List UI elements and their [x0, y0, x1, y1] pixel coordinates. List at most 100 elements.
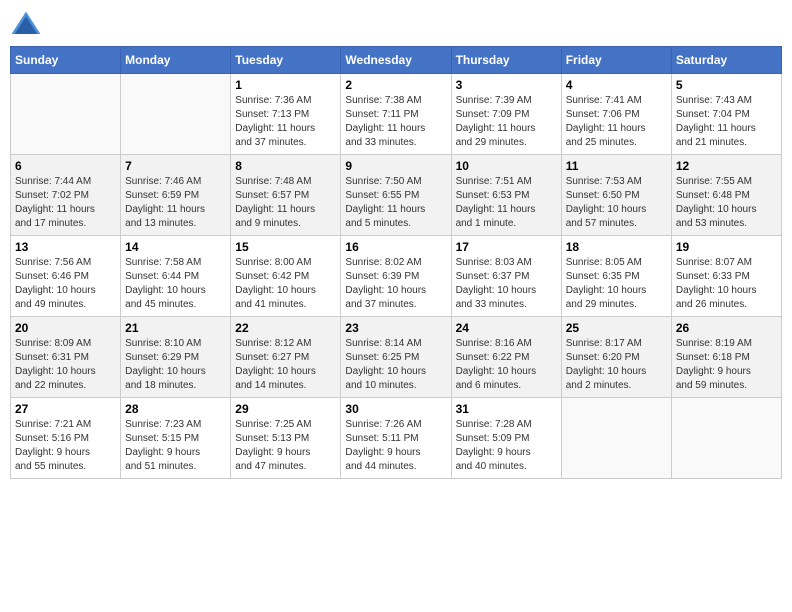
day-number: 24 [456, 321, 557, 335]
weekday-header-wednesday: Wednesday [341, 47, 451, 74]
calendar-cell: 19 Sunrise: 8:07 AM Sunset: 6:33 PM Dayli… [671, 236, 781, 317]
day-info: Sunrise: 7:39 AM Sunset: 7:09 PM Dayligh… [456, 94, 557, 150]
calendar-cell: 3Sunrise: 7:39 AM Sunset: 7:09 PM Daylig… [451, 74, 561, 155]
calendar-cell: 12 Sunrise: 7:55 AM Sunset: 6:48 PM Dayli… [671, 155, 781, 236]
day-number: 2 [345, 78, 446, 92]
day-info: Sunrise: 7:38 AM Sunset: 7:11 PM Dayligh… [345, 94, 446, 150]
calendar-table: SundayMondayTuesdayWednesdayThursdayFrid… [10, 46, 782, 479]
day-info: Sunrise: 7:36 AM Sunset: 7:13 PM Dayligh… [235, 94, 336, 150]
calendar-cell: 29Sunrise: 7:25 AM Sunset: 5:13 PM Dayli… [231, 398, 341, 479]
day-info: Sunrise: 8:03 AM Sunset: 6:37 PM Dayligh… [456, 256, 557, 312]
calendar-cell: 2 Sunrise: 7:38 AM Sunset: 7:11 PM Daylig… [341, 74, 451, 155]
calendar-cell [671, 398, 781, 479]
day-number: 19 [676, 240, 777, 254]
day-number: 16 [345, 240, 446, 254]
day-number: 27 [15, 402, 116, 416]
calendar-cell: 20 Sunrise: 8:09 AM Sunset: 6:31 PM Dayli… [11, 317, 121, 398]
weekday-header-thursday: Thursday [451, 47, 561, 74]
day-info: Sunrise: 7:48 AM Sunset: 6:57 PM Dayligh… [235, 175, 336, 231]
day-number: 15 [235, 240, 336, 254]
calendar-cell: 8 Sunrise: 7:48 AM Sunset: 6:57 PM Daylig… [231, 155, 341, 236]
calendar-cell: 7 Sunrise: 7:46 AM Sunset: 6:59 PM Daylig… [121, 155, 231, 236]
calendar-cell: 11 Sunrise: 7:53 AM Sunset: 6:50 PM Dayli… [561, 155, 671, 236]
day-info: Sunrise: 7:55 AM Sunset: 6:48 PM Dayligh… [676, 175, 777, 231]
calendar-cell: 6 Sunrise: 7:44 AM Sunset: 7:02 PM Daylig… [11, 155, 121, 236]
calendar-cell: 22 Sunrise: 8:12 AM Sunset: 6:27 PM Dayli… [231, 317, 341, 398]
logo [10, 10, 46, 38]
day-number: 8 [235, 159, 336, 173]
calendar-cell [121, 74, 231, 155]
calendar-cell: 27Sunrise: 7:21 AM Sunset: 5:16 PM Dayli… [11, 398, 121, 479]
day-info: Sunrise: 8:07 AM Sunset: 6:33 PM Dayligh… [676, 256, 777, 312]
day-info: Sunrise: 7:58 AM Sunset: 6:44 PM Dayligh… [125, 256, 226, 312]
day-info: Sunrise: 7:44 AM Sunset: 7:02 PM Dayligh… [15, 175, 116, 231]
calendar-cell: 4 Sunrise: 7:41 AM Sunset: 7:06 PM Daylig… [561, 74, 671, 155]
day-info: Sunrise: 7:41 AM Sunset: 7:06 PM Dayligh… [566, 94, 667, 150]
day-info: Sunrise: 7:23 AM Sunset: 5:15 PM Dayligh… [125, 418, 226, 474]
day-number: 30 [345, 402, 446, 416]
day-number: 26 [676, 321, 777, 335]
day-number: 11 [566, 159, 667, 173]
day-number: 4 [566, 78, 667, 92]
day-number: 7 [125, 159, 226, 173]
day-number: 18 [566, 240, 667, 254]
day-number: 5 [676, 78, 777, 92]
day-info: Sunrise: 8:05 AM Sunset: 6:35 PM Dayligh… [566, 256, 667, 312]
day-number: 21 [125, 321, 226, 335]
day-number: 17 [456, 240, 557, 254]
day-number: 31 [456, 402, 557, 416]
calendar-cell: 31 Sunrise: 7:28 AM Sunset: 5:09 PM Dayli… [451, 398, 561, 479]
day-number: 13 [15, 240, 116, 254]
day-info: Sunrise: 7:56 AM Sunset: 6:46 PM Dayligh… [15, 256, 116, 312]
calendar-cell: 30 Sunrise: 7:26 AM Sunset: 5:11 PM Dayli… [341, 398, 451, 479]
day-info: Sunrise: 7:53 AM Sunset: 6:50 PM Dayligh… [566, 175, 667, 231]
day-number: 14 [125, 240, 226, 254]
day-info: Sunrise: 8:16 AM Sunset: 6:22 PM Dayligh… [456, 337, 557, 393]
calendar-cell: 13 Sunrise: 7:56 AM Sunset: 6:46 PM Dayli… [11, 236, 121, 317]
calendar-cell: 21 Sunrise: 8:10 AM Sunset: 6:29 PM Dayli… [121, 317, 231, 398]
day-info: Sunrise: 8:10 AM Sunset: 6:29 PM Dayligh… [125, 337, 226, 393]
page-header [10, 10, 782, 38]
calendar-cell: 23 Sunrise: 8:14 AM Sunset: 6:25 PM Dayli… [341, 317, 451, 398]
day-info: Sunrise: 8:12 AM Sunset: 6:27 PM Dayligh… [235, 337, 336, 393]
calendar-cell: 25 Sunrise: 8:17 AM Sunset: 6:20 PM Dayli… [561, 317, 671, 398]
calendar-cell: 16 Sunrise: 8:02 AM Sunset: 6:39 PM Dayli… [341, 236, 451, 317]
weekday-header-monday: Monday [121, 47, 231, 74]
calendar-cell: 17 Sunrise: 8:03 AM Sunset: 6:37 PM Dayli… [451, 236, 561, 317]
day-number: 28 [125, 402, 226, 416]
day-number: 12 [676, 159, 777, 173]
day-info: Sunrise: 8:09 AM Sunset: 6:31 PM Dayligh… [15, 337, 116, 393]
day-number: 9 [345, 159, 446, 173]
day-info: Sunrise: 8:19 AM Sunset: 6:18 PM Dayligh… [676, 337, 777, 393]
day-number: 10 [456, 159, 557, 173]
calendar-cell: 14 Sunrise: 7:58 AM Sunset: 6:44 PM Dayli… [121, 236, 231, 317]
calendar-cell: 24 Sunrise: 8:16 AM Sunset: 6:22 PM Dayli… [451, 317, 561, 398]
calendar-cell [561, 398, 671, 479]
day-info: Sunrise: 8:14 AM Sunset: 6:25 PM Dayligh… [345, 337, 446, 393]
calendar-cell: 15 Sunrise: 8:00 AM Sunset: 6:42 PM Dayli… [231, 236, 341, 317]
day-info: Sunrise: 7:46 AM Sunset: 6:59 PM Dayligh… [125, 175, 226, 231]
calendar-cell: 5Sunrise: 7:43 AM Sunset: 7:04 PM Daylig… [671, 74, 781, 155]
day-info: Sunrise: 7:26 AM Sunset: 5:11 PM Dayligh… [345, 418, 446, 474]
day-info: Sunrise: 7:51 AM Sunset: 6:53 PM Dayligh… [456, 175, 557, 231]
day-number: 6 [15, 159, 116, 173]
day-info: Sunrise: 7:28 AM Sunset: 5:09 PM Dayligh… [456, 418, 557, 474]
day-info: Sunrise: 7:50 AM Sunset: 6:55 PM Dayligh… [345, 175, 446, 231]
calendar-cell: 26 Sunrise: 8:19 AM Sunset: 6:18 PM Dayli… [671, 317, 781, 398]
day-info: Sunrise: 7:25 AM Sunset: 5:13 PM Dayligh… [235, 418, 336, 474]
calendar-cell [11, 74, 121, 155]
day-number: 22 [235, 321, 336, 335]
weekday-header-friday: Friday [561, 47, 671, 74]
day-number: 20 [15, 321, 116, 335]
weekday-header-sunday: Sunday [11, 47, 121, 74]
calendar-cell: 28 Sunrise: 7:23 AM Sunset: 5:15 PM Dayli… [121, 398, 231, 479]
day-info: Sunrise: 8:17 AM Sunset: 6:20 PM Dayligh… [566, 337, 667, 393]
day-number: 23 [345, 321, 446, 335]
calendar-cell: 9 Sunrise: 7:50 AM Sunset: 6:55 PM Daylig… [341, 155, 451, 236]
calendar-cell: 10 Sunrise: 7:51 AM Sunset: 6:53 PM Dayli… [451, 155, 561, 236]
day-number: 25 [566, 321, 667, 335]
day-info: Sunrise: 8:02 AM Sunset: 6:39 PM Dayligh… [345, 256, 446, 312]
day-info: Sunrise: 8:00 AM Sunset: 6:42 PM Dayligh… [235, 256, 336, 312]
weekday-header-saturday: Saturday [671, 47, 781, 74]
logo-icon [10, 10, 42, 38]
